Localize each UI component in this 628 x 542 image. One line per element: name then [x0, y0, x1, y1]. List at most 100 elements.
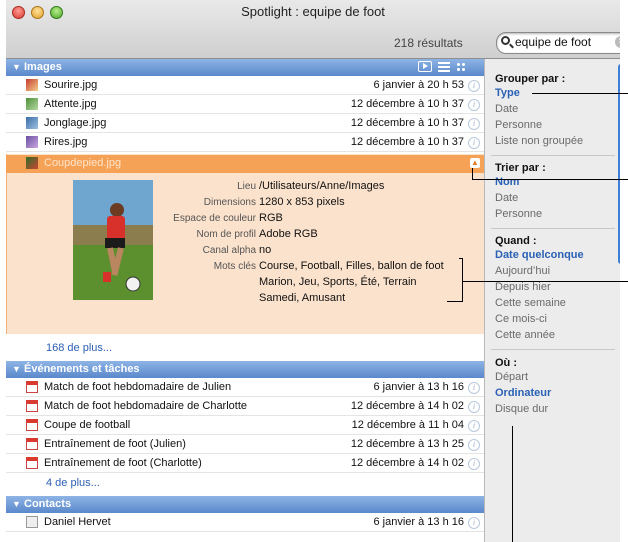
event-row[interactable]: Match de foot hebdomadaire de Julien 6 j…	[6, 379, 484, 397]
image-row[interactable]: Jonglage.jpg 12 décembre à 10 h 37 i	[6, 115, 484, 133]
image-thumbnail-icon	[26, 117, 38, 129]
slideshow-icon[interactable]	[418, 61, 432, 72]
group-by-person[interactable]: Personne	[495, 119, 542, 131]
search-input[interactable]	[515, 35, 611, 49]
disclosure-triangle-icon[interactable]: ▼	[12, 62, 21, 72]
list-view-icon[interactable]	[438, 62, 450, 72]
info-icon[interactable]: i	[468, 420, 480, 432]
when-this-year[interactable]: Cette année	[495, 329, 555, 341]
file-name: Attente.jpg	[44, 98, 97, 110]
search-field[interactable]: ×	[496, 32, 620, 54]
callout-line	[472, 168, 473, 180]
where-computer[interactable]: Ordinateur	[495, 387, 551, 399]
image-row[interactable]: Attente.jpg 12 décembre à 10 h 37 i	[6, 96, 484, 114]
group-by-none[interactable]: Liste non groupée	[495, 135, 583, 147]
info-icon[interactable]: i	[468, 401, 480, 413]
metadata-value: Adobe RGB	[259, 228, 318, 240]
event-date: 12 décembre à 13 h 25	[350, 438, 464, 450]
disclosure-triangle-icon[interactable]: ▼	[12, 364, 21, 374]
callout-line	[462, 281, 628, 282]
metadata-value: /Utilisateurs/Anne/Images	[259, 180, 385, 192]
results-pane: ▼ Images Sourire.jpg 6 janvier à 20 h 53…	[6, 59, 484, 542]
info-icon[interactable]: i	[468, 439, 480, 451]
info-icon[interactable]: i	[468, 80, 480, 92]
calendar-icon	[26, 438, 38, 450]
collapse-icon[interactable]: ▲	[470, 158, 480, 168]
event-row[interactable]: Entraînement de foot (Charlotte) 12 déce…	[6, 455, 484, 473]
event-name: Match de foot hebdomadaire de Charlotte	[44, 400, 248, 412]
when-any-date[interactable]: Date quelconque	[495, 249, 584, 261]
event-date: 12 décembre à 14 h 02	[350, 400, 464, 412]
file-date: 12 décembre à 10 h 37	[350, 136, 464, 148]
info-icon[interactable]: i	[468, 458, 480, 470]
more-images-link[interactable]: 168 de plus...	[46, 342, 112, 354]
file-date: 12 décembre à 10 h 37	[350, 117, 464, 129]
sort-by-heading: Trier par :	[495, 162, 546, 174]
image-row[interactable]: Sourire.jpg 6 janvier à 20 h 53 i	[6, 77, 484, 95]
group-by-date[interactable]: Date	[495, 103, 518, 115]
clear-icon[interactable]: ×	[615, 36, 620, 48]
metadata-value: Course, Football, Filles, ballon de foot	[259, 260, 444, 272]
section-header-events[interactable]: ▼ Événements et tâches	[6, 361, 484, 378]
file-name: Sourire.jpg	[44, 79, 98, 91]
info-icon[interactable]: i	[468, 517, 480, 529]
info-icon[interactable]: i	[468, 118, 480, 130]
event-row[interactable]: Entraînement de foot (Julien) 12 décembr…	[6, 436, 484, 454]
file-name: Jonglage.jpg	[44, 117, 107, 129]
selected-image-row[interactable]: Coupdepied.jpg ▲	[6, 155, 484, 173]
calendar-icon	[26, 400, 38, 412]
section-header-contacts[interactable]: ▼ Contacts	[6, 496, 484, 513]
when-since-yesterday[interactable]: Depuis hier	[495, 281, 551, 293]
disclosure-triangle-icon[interactable]: ▼	[12, 499, 21, 509]
contact-card-icon	[26, 516, 38, 528]
grid-view-icon[interactable]	[456, 62, 466, 72]
info-icon[interactable]: i	[468, 382, 480, 394]
when-this-month[interactable]: Ce mois-ci	[495, 313, 547, 325]
section-label: Événements et tâches	[24, 363, 140, 375]
sort-by-date[interactable]: Date	[495, 192, 518, 204]
where-home[interactable]: Départ	[495, 371, 528, 383]
calendar-icon	[26, 419, 38, 431]
search-icon	[501, 36, 510, 45]
section-header-images[interactable]: ▼ Images	[6, 59, 484, 76]
callout-line	[472, 179, 628, 180]
event-name: Coupe de football	[44, 419, 131, 431]
callout-line	[532, 93, 628, 94]
when-this-week[interactable]: Cette semaine	[495, 297, 566, 309]
when-today[interactable]: Aujourd’hui	[495, 265, 550, 277]
image-thumbnail-icon	[26, 136, 38, 148]
event-name: Match de foot hebdomadaire de Julien	[44, 381, 232, 393]
sort-by-person[interactable]: Personne	[495, 208, 542, 220]
metadata-key: Canal alpha	[202, 245, 256, 256]
result-count: 218 résultats	[394, 36, 463, 50]
metadata-key: Espace de couleur	[173, 213, 256, 224]
event-row[interactable]: Match de foot hebdomadaire de Charlotte …	[6, 398, 484, 416]
metadata-key: Dimensions	[203, 197, 256, 208]
event-date: 6 janvier à 13 h 16	[373, 381, 464, 393]
metadata-key: Lieu	[237, 181, 256, 192]
metadata-key: Mots clés	[213, 261, 256, 272]
group-by-type[interactable]: Type	[495, 87, 520, 99]
sidebar-scrollbar[interactable]	[618, 64, 620, 264]
sort-by-name[interactable]: Nom	[495, 176, 519, 188]
event-date: 12 décembre à 14 h 02	[350, 457, 464, 469]
more-events-link[interactable]: 4 de plus...	[46, 477, 100, 489]
event-name: Entraînement de foot (Julien)	[44, 438, 186, 450]
image-thumbnail-icon	[26, 79, 38, 91]
divider	[491, 155, 615, 156]
metadata-key: Nom de profil	[196, 229, 256, 240]
file-name: Coupdepied.jpg	[44, 157, 122, 169]
window-title: Spotlight : equipe de foot	[241, 4, 385, 19]
file-date: 6 janvier à 20 h 53	[373, 79, 464, 91]
contact-row[interactable]: Daniel Hervet 6 janvier à 13 h 16 i	[6, 514, 484, 532]
image-row[interactable]: Rires.jpg 12 décembre à 10 h 37 i	[6, 134, 484, 152]
metadata-value: 1280 x 853 pixels	[259, 196, 345, 208]
info-icon[interactable]: i	[468, 137, 480, 149]
when-heading: Quand :	[495, 235, 537, 247]
photo-preview	[73, 180, 153, 300]
event-row[interactable]: Coupe de football 12 décembre à 11 h 04 …	[6, 417, 484, 435]
info-icon[interactable]: i	[468, 99, 480, 111]
spotlight-window: Spotlight : equipe de foot 218 résultats…	[6, 0, 620, 542]
where-hard-disk[interactable]: Disque dur	[495, 403, 548, 415]
section-label: Images	[24, 61, 62, 73]
